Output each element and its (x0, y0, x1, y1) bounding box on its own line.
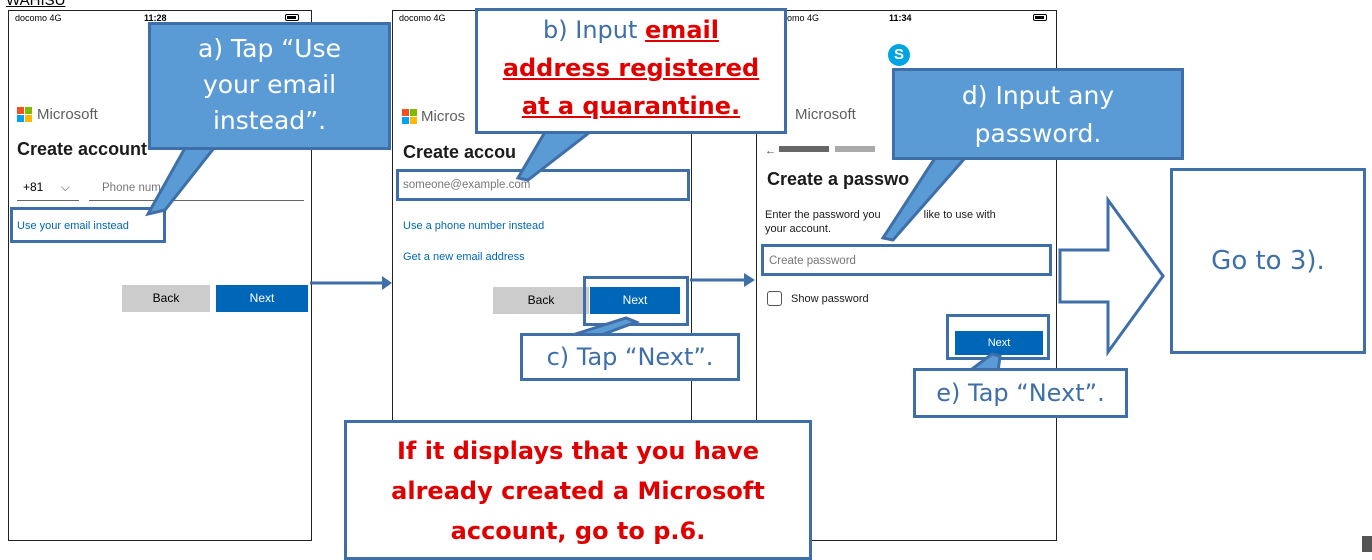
tail-a (145, 146, 218, 217)
warning-line1: If it displays that you have (397, 437, 759, 465)
go-arrow-icon (1058, 195, 1165, 357)
callout-a-line3: instead”. (212, 106, 327, 135)
callout-b-red3: at a quarantine. (521, 92, 741, 120)
arrow-1-head (382, 276, 392, 290)
callout-a-line1: a) Tap “Use (198, 34, 341, 63)
callout-a-line2: your email (202, 70, 337, 99)
callout-c: c) Tap “Next”. (520, 333, 740, 381)
callout-b-red1: email (645, 16, 719, 44)
tail-b (515, 130, 595, 182)
arrow-2-head (744, 273, 755, 287)
callout-d-line2: password. (974, 119, 1102, 148)
warning-line2: already created a Microsoft (391, 477, 765, 505)
callout-b-line1: b) Input email (478, 11, 784, 49)
warning-box: If it displays that you have already cre… (344, 420, 812, 560)
callout-a: a) Tap “Use your email instead”. (148, 22, 391, 150)
corner-fragment (1362, 536, 1372, 552)
warning-line3: account, go to p.6. (450, 517, 706, 545)
callout-b: b) Input email address registered at a q… (475, 8, 787, 134)
callout-b-red2: address registered (502, 54, 760, 82)
callout-e: e) Tap “Next”. (913, 368, 1128, 418)
go-to-step-box: Go to 3). (1170, 168, 1366, 354)
tail-d (880, 156, 969, 242)
callout-d: d) Input any password. (892, 68, 1184, 160)
flow-arrows (310, 273, 755, 290)
callout-d-line1: d) Input any (961, 81, 1115, 110)
callout-b-text: b) Input (543, 16, 638, 44)
